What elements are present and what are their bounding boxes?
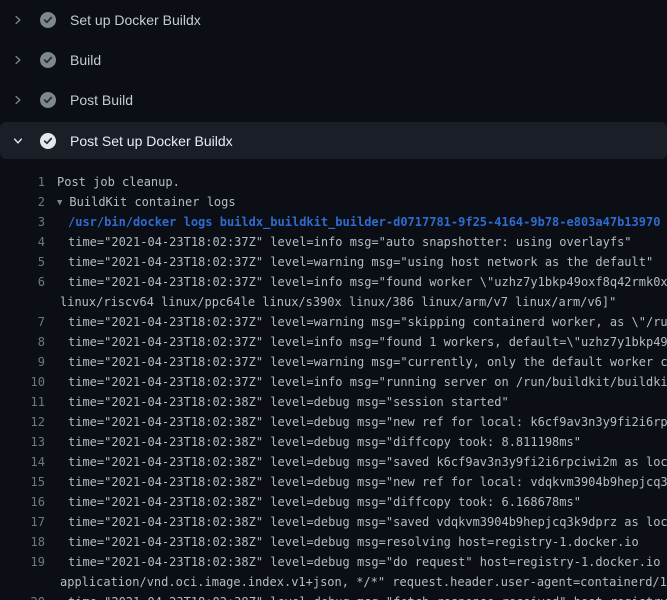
log-line[interactable]: 2 ▼ BuildKit container logs xyxy=(0,192,667,212)
group-toggle-icon[interactable]: ▼ xyxy=(57,193,62,213)
log-line-number: 17 xyxy=(0,512,45,532)
step-label: Post Build xyxy=(70,92,133,108)
log-line-number: 19 xyxy=(0,552,45,572)
step-label: Post Set up Docker Buildx xyxy=(70,133,233,149)
log-line[interactable]: application/vnd.oci.image.index.v1+json,… xyxy=(0,572,667,592)
log-line-number: 8 xyxy=(0,332,45,352)
log-line[interactable]: 17 time="2021-04-23T18:02:38Z" level=deb… xyxy=(0,512,667,532)
check-circle-icon xyxy=(40,92,56,108)
log-line-text: time="2021-04-23T18:02:37Z" level=info m… xyxy=(57,272,667,292)
step-header-3[interactable]: Post Set up Docker Buildx xyxy=(0,122,667,159)
log-line[interactable]: 8 time="2021-04-23T18:02:37Z" level=info… xyxy=(0,332,667,352)
log-line-number: 4 xyxy=(0,232,45,252)
step-header-1[interactable]: Build xyxy=(0,40,667,80)
log-line-text: time="2021-04-23T18:02:38Z" level=debug … xyxy=(57,552,667,572)
log-line-number: 6 xyxy=(0,272,45,292)
log-line[interactable]: 5 time="2021-04-23T18:02:37Z" level=warn… xyxy=(0,252,667,272)
log-line[interactable]: 9 time="2021-04-23T18:02:37Z" level=warn… xyxy=(0,352,667,372)
log-line[interactable]: 7 time="2021-04-23T18:02:37Z" level=warn… xyxy=(0,312,667,332)
log-line[interactable]: 1 Post job cleanup. xyxy=(0,172,667,192)
log-line-text: time="2021-04-23T18:02:38Z" level=debug … xyxy=(57,532,639,552)
chevron-right-icon xyxy=(10,12,26,28)
log-line[interactable]: 18 time="2021-04-23T18:02:38Z" level=deb… xyxy=(0,532,667,552)
log-line-text: time="2021-04-23T18:02:38Z" level=debug … xyxy=(57,512,667,532)
actions-log-viewer: { "theme": { "page_bg": "#0b0e14", "step… xyxy=(0,0,667,600)
chevron-right-icon xyxy=(10,92,26,108)
log-line-text: Post job cleanup. xyxy=(57,172,180,192)
log-line-text: /usr/bin/docker logs buildx_buildkit_bui… xyxy=(57,212,660,232)
log-line-text: time="2021-04-23T18:02:38Z" level=debug … xyxy=(57,472,667,492)
check-circle-icon xyxy=(40,133,56,149)
log-line-number: 1 xyxy=(0,172,45,192)
log-line[interactable]: 14 time="2021-04-23T18:02:38Z" level=deb… xyxy=(0,452,667,472)
log-line-number: 2 xyxy=(0,192,45,212)
log-line-number: 15 xyxy=(0,472,45,492)
log-line[interactable]: 6 time="2021-04-23T18:02:37Z" level=info… xyxy=(0,272,667,292)
log-line-text: time="2021-04-23T18:02:38Z" level=debug … xyxy=(57,492,581,512)
log-line-text: time="2021-04-23T18:02:38Z" level=debug … xyxy=(57,412,667,432)
log-line[interactable]: 11 time="2021-04-23T18:02:38Z" level=deb… xyxy=(0,392,667,412)
log-line-number: 9 xyxy=(0,352,45,372)
log-line-number: 18 xyxy=(0,532,45,552)
log-line-text: time="2021-04-23T18:02:37Z" level=warnin… xyxy=(57,312,667,332)
log-line-number: 13 xyxy=(0,432,45,452)
log-line-number: 20 xyxy=(0,592,45,600)
log-line[interactable]: 15 time="2021-04-23T18:02:38Z" level=deb… xyxy=(0,472,667,492)
log-area: 1 Post job cleanup. 2 ▼ BuildKit containe… xyxy=(0,160,667,600)
check-circle-icon xyxy=(40,52,56,68)
log-line[interactable]: 20 time="2021-04-23T18:02:38Z" level=deb… xyxy=(0,592,667,600)
log-line-number xyxy=(0,292,45,312)
log-line-text: time="2021-04-23T18:02:38Z" level=debug … xyxy=(57,392,509,412)
chevron-down-icon xyxy=(10,133,26,149)
log-line-number xyxy=(0,572,45,592)
log-line-text: time="2021-04-23T18:02:37Z" level=info m… xyxy=(57,372,667,392)
step-label: Build xyxy=(70,52,101,68)
log-line-number: 12 xyxy=(0,412,45,432)
log-line-text: ▼ BuildKit container logs xyxy=(57,192,236,212)
log-line-text: time="2021-04-23T18:02:37Z" level=info m… xyxy=(57,232,632,252)
log-line[interactable]: 12 time="2021-04-23T18:02:38Z" level=deb… xyxy=(0,412,667,432)
log-line[interactable]: 3 /usr/bin/docker logs buildx_buildkit_b… xyxy=(0,212,667,232)
log-line-text: time="2021-04-23T18:02:38Z" level=debug … xyxy=(57,452,667,472)
log-line-number: 10 xyxy=(0,372,45,392)
log-line-text: time="2021-04-23T18:02:38Z" level=debug … xyxy=(57,592,667,600)
log-line-number: 16 xyxy=(0,492,45,512)
step-label: Set up Docker Buildx xyxy=(70,12,201,28)
group-title: BuildKit container logs xyxy=(69,195,235,209)
log-line[interactable]: 19 time="2021-04-23T18:02:38Z" level=deb… xyxy=(0,552,667,572)
chevron-right-icon xyxy=(10,52,26,68)
log-line[interactable]: 13 time="2021-04-23T18:02:38Z" level=deb… xyxy=(0,432,667,452)
log-line-text: time="2021-04-23T18:02:38Z" level=debug … xyxy=(57,432,581,452)
log-line-text: application/vnd.oci.image.index.v1+json,… xyxy=(57,572,667,592)
log-line-number: 14 xyxy=(0,452,45,472)
log-line[interactable]: 4 time="2021-04-23T18:02:37Z" level=info… xyxy=(0,232,667,252)
log-line[interactable]: 16 time="2021-04-23T18:02:38Z" level=deb… xyxy=(0,492,667,512)
step-header-0[interactable]: Set up Docker Buildx xyxy=(0,0,667,40)
log-line-text: time="2021-04-23T18:02:37Z" level=warnin… xyxy=(57,252,653,272)
log-line[interactable]: 10 time="2021-04-23T18:02:37Z" level=inf… xyxy=(0,372,667,392)
log-line[interactable]: linux/riscv64 linux/ppc64le linux/s390x … xyxy=(0,292,667,312)
log-line-text: time="2021-04-23T18:02:37Z" level=info m… xyxy=(57,332,667,352)
step-list: Set up Docker Buildx Build Post Build Po… xyxy=(0,0,667,159)
log-line-number: 3 xyxy=(0,212,45,232)
log-line-number: 7 xyxy=(0,312,45,332)
log-line-text: linux/riscv64 linux/ppc64le linux/s390x … xyxy=(57,292,616,312)
check-circle-icon xyxy=(40,12,56,28)
log-line-text: time="2021-04-23T18:02:37Z" level=warnin… xyxy=(57,352,667,372)
step-header-2[interactable]: Post Build xyxy=(0,80,667,120)
log-line-number: 5 xyxy=(0,252,45,272)
log-line-number: 11 xyxy=(0,392,45,412)
